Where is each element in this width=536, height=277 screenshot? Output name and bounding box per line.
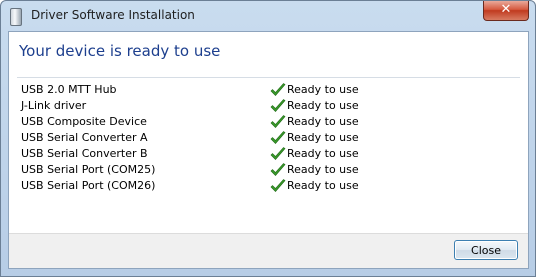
driver-installation-window: Driver Software Installation ✕ Your devi…	[0, 0, 536, 277]
title-bar[interactable]: Driver Software Installation ✕	[1, 1, 535, 31]
checkmark-icon	[270, 99, 286, 112]
device-name: USB Serial Port (COM26)	[21, 179, 156, 192]
close-button[interactable]: Close	[454, 240, 518, 260]
device-row: USB Serial Converter B Ready to use	[21, 146, 516, 162]
device-status: Ready to use	[287, 179, 359, 192]
device-status: Ready to use	[287, 163, 359, 176]
device-name: USB Composite Device	[21, 115, 147, 128]
app-icon	[10, 8, 22, 26]
device-status: Ready to use	[287, 83, 359, 96]
footer: Close	[9, 233, 528, 268]
window-title: Driver Software Installation	[31, 8, 195, 22]
device-name: USB Serial Converter B	[21, 147, 148, 160]
device-row: USB 2.0 MTT Hub Ready to use	[21, 82, 516, 98]
device-row: USB Composite Device Ready to use	[21, 114, 516, 130]
device-status: Ready to use	[287, 131, 359, 144]
checkmark-icon	[270, 115, 286, 128]
divider	[17, 77, 520, 78]
checkmark-icon	[270, 147, 286, 160]
window-close-button[interactable]: ✕	[483, 1, 529, 21]
checkmark-icon	[270, 83, 286, 96]
device-status: Ready to use	[287, 115, 359, 128]
device-name: USB Serial Converter A	[21, 131, 148, 144]
checkmark-icon	[270, 131, 286, 144]
page-title: Your device is ready to use	[19, 42, 221, 60]
device-row: USB Serial Port (COM26) Ready to use	[21, 178, 516, 194]
device-name: USB Serial Port (COM25)	[21, 163, 156, 176]
checkmark-icon	[270, 163, 286, 176]
device-name: J-Link driver	[21, 99, 87, 112]
device-list: USB 2.0 MTT Hub Ready to use J-Link driver…	[21, 82, 516, 194]
device-status: Ready to use	[287, 99, 359, 112]
close-icon: ✕	[500, 2, 512, 17]
device-row: USB Serial Converter A Ready to use	[21, 130, 516, 146]
device-status: Ready to use	[287, 147, 359, 160]
checkmark-icon	[270, 179, 286, 192]
device-name: USB 2.0 MTT Hub	[21, 83, 117, 96]
dialog-content: Your device is ready to use USB 2.0 MTT …	[8, 31, 529, 269]
device-row: USB Serial Port (COM25) Ready to use	[21, 162, 516, 178]
device-row: J-Link driver Ready to use	[21, 98, 516, 114]
